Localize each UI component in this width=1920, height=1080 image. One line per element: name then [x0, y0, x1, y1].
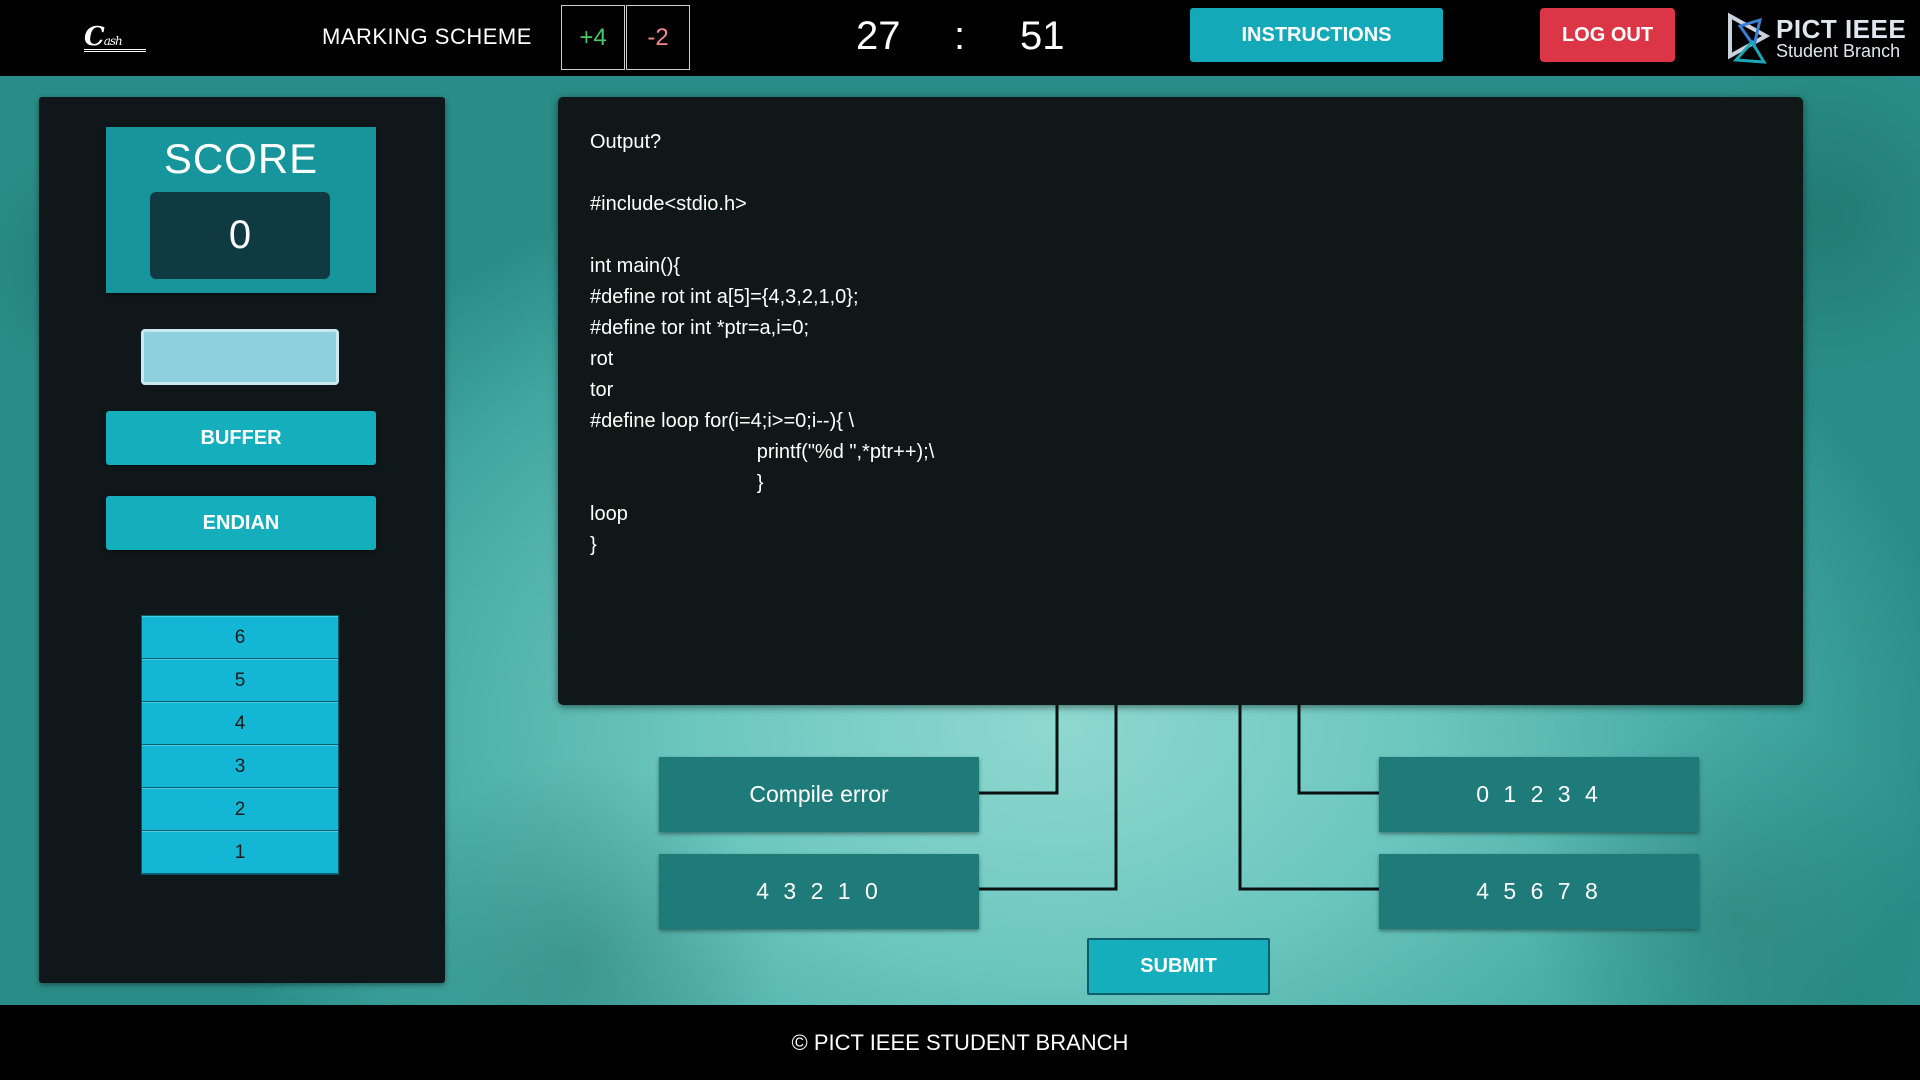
- marking-scheme-label: MARKING SCHEME: [322, 24, 532, 49]
- option-b-button[interactable]: 4 3 2 1 0: [659, 854, 979, 929]
- pict-ieee-logo: PICT IEEE Student Branch: [1726, 10, 1906, 66]
- logout-button[interactable]: LOG OUT: [1540, 8, 1675, 62]
- org-subtitle: Student Branch: [1776, 41, 1901, 61]
- main-area: SCORE 0 BUFFER ENDIAN 6 5 4 3 2 1 Output…: [0, 76, 1920, 1005]
- cash-logo: Cash: [84, 22, 146, 52]
- option-c-button[interactable]: 0 1 2 3 4: [1379, 757, 1699, 832]
- timer-minutes: 27: [856, 14, 901, 58]
- option-d-button[interactable]: 4 5 6 7 8: [1379, 854, 1699, 929]
- footer-copyright: © PICT IEEE STUDENT BRANCH: [791, 1029, 1129, 1055]
- option-a-button[interactable]: Compile error: [659, 757, 979, 832]
- instructions-button[interactable]: INSTRUCTIONS: [1190, 8, 1443, 62]
- marking-correct-points: +4: [561, 5, 625, 70]
- marking-wrong-points: -2: [626, 5, 690, 70]
- timer-separator: :: [954, 14, 966, 58]
- logo-letter: C: [84, 22, 105, 52]
- logo-sub: ash: [103, 34, 123, 48]
- timer-seconds: 51: [1020, 14, 1065, 58]
- submit-button[interactable]: SUBMIT: [1087, 938, 1270, 995]
- ieee-triangle-icon: [1728, 12, 1771, 64]
- top-bar: Cash MARKING SCHEME +4 -2 27 : 51 INSTRU…: [0, 0, 1920, 76]
- footer: © PICT IEEE STUDENT BRANCH: [0, 1005, 1920, 1080]
